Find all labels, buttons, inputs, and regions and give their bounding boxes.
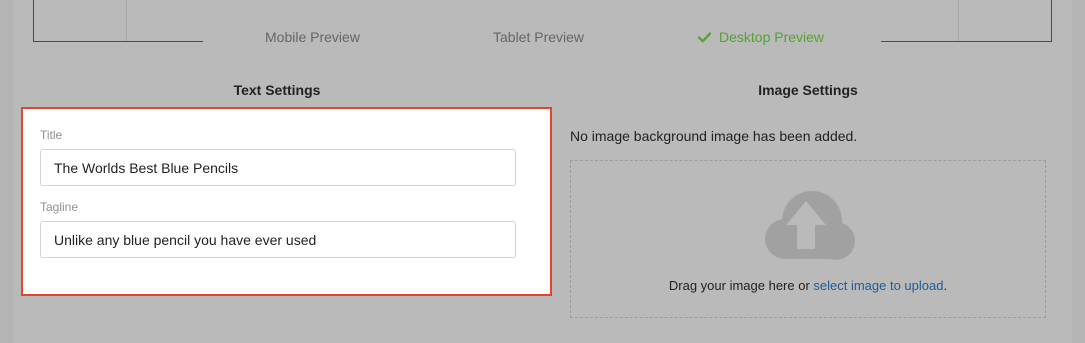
select-image-link[interactable]: select image to upload: [813, 278, 943, 293]
tab-tablet-preview[interactable]: Tablet Preview: [493, 29, 584, 45]
tagline-input[interactable]: [40, 221, 516, 258]
drag-suffix-text: .: [943, 278, 948, 293]
left-margin: [0, 0, 13, 343]
text-settings-card: Title Tagline: [21, 107, 552, 296]
image-settings-heading: Image Settings: [758, 82, 858, 98]
image-dropzone[interactable]: Drag your image here or select image to …: [570, 160, 1046, 318]
title-input[interactable]: [40, 149, 516, 186]
tab-desktop-label: Desktop Preview: [719, 29, 825, 45]
frame-bottom-right: [881, 41, 1052, 42]
tab-desktop-preview[interactable]: Desktop Preview: [697, 29, 825, 46]
tab-mobile-preview[interactable]: Mobile Preview: [265, 29, 360, 45]
checkmark-icon: [697, 30, 712, 46]
drag-prefix-text: Drag your image here or: [668, 278, 814, 293]
drag-instructions: Drag your image here or select image to …: [571, 278, 1045, 293]
frame-divider-left: [126, 0, 127, 41]
right-margin: [1072, 0, 1085, 343]
tagline-label: Tagline: [40, 200, 79, 214]
title-label: Title: [40, 128, 63, 142]
cloud-upload-icon: [755, 187, 859, 270]
text-settings-heading: Text Settings: [233, 82, 321, 98]
frame-divider-right: [958, 0, 959, 41]
frame-bottom-left: [33, 41, 203, 42]
no-image-message: No image background image has been added…: [570, 128, 858, 144]
